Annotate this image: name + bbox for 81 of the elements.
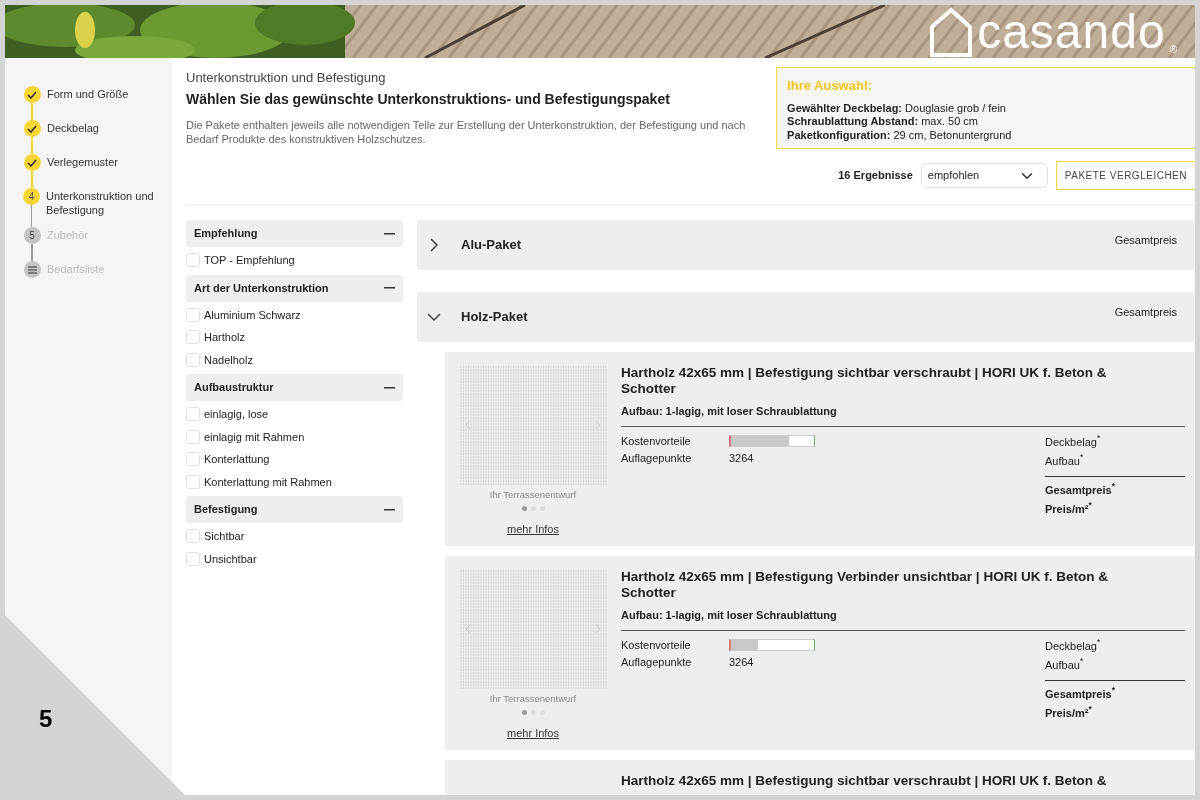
- price-label: Deckbelag$^{*}$: [1045, 433, 1102, 450]
- filter-header[interactable]: Aufbaustruktur: [186, 374, 403, 401]
- step-label: Zubehör: [47, 228, 88, 243]
- spec-label: Auflagepunkte: [621, 654, 693, 670]
- product-title: Hartholz 42x65 mm | Befestigung sichtbar verschraubt | HORI UK f. Beton & Schotter: [621, 365, 1108, 397]
- price-label: Preis/m²$^{*}$: [1045, 704, 1093, 721]
- registered-mark: ®: [1169, 43, 1177, 57]
- package-header[interactable]: Alu-Paket Gesamtpreis: [417, 220, 1195, 270]
- price-label: Aufbau$^{*}$: [1045, 452, 1085, 469]
- step-label: Bedarfsliste: [47, 262, 105, 277]
- checkbox[interactable]: [186, 529, 200, 544]
- build-text: Aufbau: 1-lagig, mit loser Schraublattung: [621, 403, 1185, 427]
- results-count: 16 Ergebnisse: [838, 168, 913, 184]
- description-text: Die Pakete enthalten jeweils alle notwendigen Teile zur Erstellung der Unterkonstruktion, der Befestigung und nach Bedarf Produkte des konstruktiven Holzschutzes.: [186, 117, 747, 146]
- build-text: Aufbau: 1-lagig, mit loser Schraublattung: [621, 607, 1185, 631]
- more-info-link[interactable]: mehr Infos: [507, 521, 559, 538]
- filter-header[interactable]: Befestigung: [186, 496, 403, 523]
- option-label: Nadelholz: [204, 352, 253, 368]
- spec-label: Kostenvorteile: [621, 637, 692, 653]
- checkbox[interactable]: [186, 474, 200, 489]
- price-label: Gesamtpreis$^{*}$: [1045, 481, 1116, 498]
- checkbox[interactable]: [186, 352, 200, 367]
- option-label: einlagig mit Rahmen: [204, 429, 305, 445]
- list-icon: [23, 261, 41, 278]
- step-label[interactable]: Deckbelag: [47, 120, 99, 154]
- page-title: Wählen Sie das gewünschte Unterkonstruktions- und Befestigungspaket: [186, 89, 671, 109]
- option-label: Konterlattung: [204, 452, 270, 467]
- checkbox[interactable]: [186, 307, 200, 322]
- step-number: 4: [23, 188, 40, 205]
- price-label: Preis/m²$^{*}$: [1045, 500, 1093, 517]
- option-label: Aluminium Schwarz: [204, 307, 301, 323]
- spec-value: 3264: [729, 654, 754, 670]
- option-label: Hartholz: [204, 330, 245, 345]
- step-label[interactable]: Unterkonstruktion und Befestigung: [46, 188, 172, 227]
- price-label: Gesamtpreis: [1114, 233, 1177, 248]
- product-title: Hartholz 42x65 mm | Befestigung sichtbar verschraubt | HORI UK f. Beton &: [621, 773, 1108, 789]
- option-label: TOP - Empfehlung: [204, 253, 295, 268]
- sort-select[interactable]: empfohlen: [920, 163, 1048, 188]
- option-label: Unsichtbar: [204, 551, 257, 567]
- option-label: einlagig, lose: [204, 407, 269, 422]
- checkbox[interactable]: [186, 330, 200, 345]
- price-label: Gesamtpreis$^{*}$: [1045, 685, 1116, 702]
- spec-label: Auflagepunkte: [621, 450, 693, 466]
- carousel-dot[interactable]: [521, 506, 527, 512]
- collapse-icon[interactable]: [384, 232, 395, 235]
- step-number: 5: [23, 227, 41, 244]
- product-title: Hartholz 42x65 mm | Befestigung Verbinder unsichtbar | HORI UK f. Beton & Schotter: [621, 569, 1109, 601]
- package-header[interactable]: Holz-Paket Gesamtpreis: [417, 292, 1195, 342]
- spec-label: Kostenvorteile: [621, 433, 692, 449]
- chevron-left-icon[interactable]: [465, 624, 471, 634]
- filter-header[interactable]: Empfehlung: [186, 220, 403, 247]
- spec-value: 3264: [729, 450, 754, 466]
- collapse-icon[interactable]: [384, 386, 395, 389]
- image-caption: Ihr Terrassenentwurf: [488, 488, 578, 502]
- step-label[interactable]: Verlegemuster: [47, 154, 118, 188]
- price-label: Aufbau$^{*}$: [1045, 656, 1085, 673]
- option-label: Sichtbar: [204, 529, 245, 544]
- page-kicker: Unterkonstruktion und Befestigung: [186, 69, 387, 87]
- selection-line: Paketkonfiguration: 29 cm, Betonuntergrund: [787, 128, 1013, 142]
- checkbox[interactable]: [186, 429, 200, 444]
- checkbox[interactable]: [186, 407, 200, 422]
- price-label: Gesamtpreis: [1114, 305, 1177, 320]
- more-info-link[interactable]: mehr Infos: [507, 725, 559, 742]
- price-label: Deckbelag$^{*}$: [1045, 637, 1102, 654]
- chevron-left-icon[interactable]: [465, 420, 471, 430]
- checkbox[interactable]: [186, 551, 200, 566]
- chevron-down-icon[interactable]: [427, 310, 441, 324]
- checkbox[interactable]: [186, 253, 200, 268]
- checkbox[interactable]: [186, 452, 200, 467]
- compare-button[interactable]: PAKETE VERGLEICHEN: [1055, 161, 1195, 190]
- corner-number: 5: [39, 704, 53, 734]
- option-label: Konterlattung mit Rahmen: [204, 474, 332, 490]
- carousel-dot[interactable]: [521, 710, 527, 716]
- step-label[interactable]: Form und Größe: [47, 86, 129, 120]
- selection-line: Schraublattung Abstand: max. 50 cm: [787, 115, 979, 129]
- collapse-icon[interactable]: [384, 508, 395, 511]
- chevron-right-icon[interactable]: [427, 238, 441, 252]
- panel-title: Ihre Auswahl:: [787, 77, 873, 95]
- image-caption: Ihr Terrassenentwurf: [488, 692, 578, 706]
- selection-line: Gewählter Deckbelag: Douglasie grob / fein: [787, 101, 1007, 115]
- filter-header[interactable]: Art der Unterkonstruktion: [186, 274, 403, 302]
